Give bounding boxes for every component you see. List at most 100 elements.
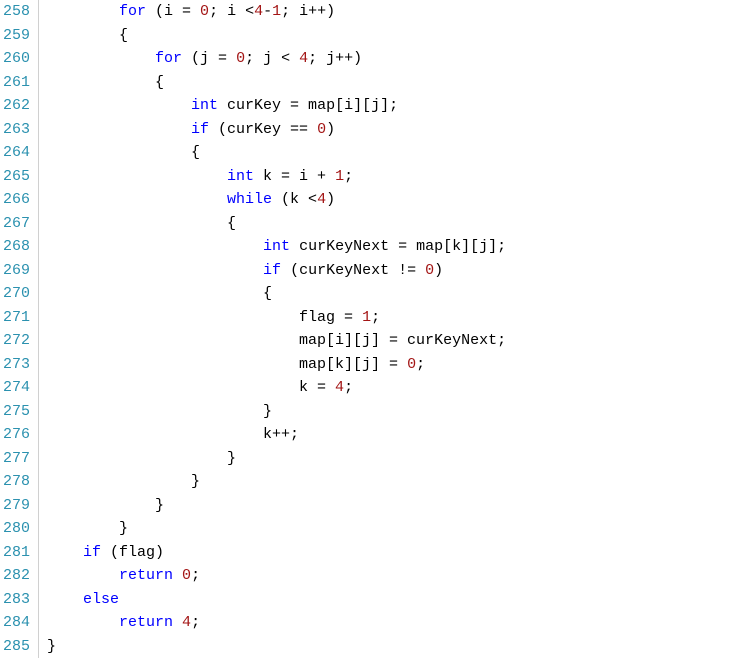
text-token: k = xyxy=(47,379,335,396)
line-number: 278 xyxy=(0,470,30,494)
line-number: 264 xyxy=(0,141,30,165)
code-line[interactable]: { xyxy=(47,141,750,165)
code-line[interactable]: { xyxy=(47,282,750,306)
text-token: ) xyxy=(326,121,335,138)
text-token xyxy=(47,614,119,631)
text-token: ; xyxy=(344,379,353,396)
text-token: ; j++) xyxy=(308,50,362,67)
text-token: } xyxy=(47,450,236,467)
line-number: 285 xyxy=(0,635,30,659)
code-line[interactable]: int curKey = map[i][j]; xyxy=(47,94,750,118)
code-line[interactable]: } xyxy=(47,494,750,518)
code-line[interactable]: return 4; xyxy=(47,611,750,635)
text-token: ; i++) xyxy=(281,3,335,20)
text-token: } xyxy=(47,520,128,537)
keyword-token: while xyxy=(227,191,272,208)
code-line[interactable]: else xyxy=(47,588,750,612)
text-token: flag = xyxy=(47,309,362,326)
text-token xyxy=(47,567,119,584)
line-number: 267 xyxy=(0,212,30,236)
code-line[interactable]: { xyxy=(47,212,750,236)
line-number: 281 xyxy=(0,541,30,565)
keyword-token: int xyxy=(227,168,254,185)
line-number: 271 xyxy=(0,306,30,330)
line-number: 270 xyxy=(0,282,30,306)
code-line[interactable]: if (flag) xyxy=(47,541,750,565)
number-token: 1 xyxy=(335,168,344,185)
text-token: { xyxy=(47,285,272,302)
code-line[interactable]: map[k][j] = 0; xyxy=(47,353,750,377)
text-token: ; i < xyxy=(209,3,254,20)
text-token: curKeyNext = map[k][j]; xyxy=(290,238,506,255)
text-token xyxy=(47,544,83,561)
text-token: } xyxy=(47,473,200,490)
code-line[interactable]: map[i][j] = curKeyNext; xyxy=(47,329,750,353)
line-number: 274 xyxy=(0,376,30,400)
text-token xyxy=(173,614,182,631)
code-line[interactable]: while (k <4) xyxy=(47,188,750,212)
number-token: 4 xyxy=(182,614,191,631)
number-token: 4 xyxy=(317,191,326,208)
code-line[interactable]: } xyxy=(47,517,750,541)
text-token: ; xyxy=(344,168,353,185)
text-token xyxy=(47,97,191,114)
keyword-token: int xyxy=(263,238,290,255)
number-token: 1 xyxy=(362,309,371,326)
keyword-token: for xyxy=(155,50,182,67)
line-number: 266 xyxy=(0,188,30,212)
text-token: { xyxy=(47,27,128,44)
line-number: 284 xyxy=(0,611,30,635)
keyword-token: if xyxy=(263,262,281,279)
code-line[interactable]: flag = 1; xyxy=(47,306,750,330)
text-token: map[i][j] = curKeyNext; xyxy=(47,332,506,349)
code-line[interactable]: int curKeyNext = map[k][j]; xyxy=(47,235,750,259)
text-token: } xyxy=(47,497,164,514)
code-line[interactable]: } xyxy=(47,400,750,424)
text-token xyxy=(47,168,227,185)
code-line[interactable]: if (curKey == 0) xyxy=(47,118,750,142)
keyword-token: if xyxy=(83,544,101,561)
line-number: 283 xyxy=(0,588,30,612)
text-token: (i = xyxy=(146,3,200,20)
text-token: { xyxy=(47,144,200,161)
text-token xyxy=(47,191,227,208)
line-number: 282 xyxy=(0,564,30,588)
line-number: 279 xyxy=(0,494,30,518)
line-number: 272 xyxy=(0,329,30,353)
text-token: - xyxy=(263,3,272,20)
code-line[interactable]: } xyxy=(47,635,750,659)
text-token: (curKeyNext != xyxy=(281,262,425,279)
code-line[interactable]: } xyxy=(47,470,750,494)
text-token: } xyxy=(47,403,272,420)
code-line[interactable]: for (i = 0; i <4-1; i++) xyxy=(47,0,750,24)
text-token: ) xyxy=(434,262,443,279)
keyword-token: int xyxy=(191,97,218,114)
text-token: ; xyxy=(371,309,380,326)
line-number: 268 xyxy=(0,235,30,259)
code-line[interactable]: k = 4; xyxy=(47,376,750,400)
code-line[interactable]: if (curKeyNext != 0) xyxy=(47,259,750,283)
line-number: 262 xyxy=(0,94,30,118)
keyword-token: return xyxy=(119,567,173,584)
number-token: 0 xyxy=(425,262,434,279)
line-number: 259 xyxy=(0,24,30,48)
text-token: ; xyxy=(191,567,200,584)
code-line[interactable]: for (j = 0; j < 4; j++) xyxy=(47,47,750,71)
code-line[interactable]: { xyxy=(47,71,750,95)
text-token: } xyxy=(47,638,56,655)
code-line[interactable]: } xyxy=(47,447,750,471)
code-line[interactable]: return 0; xyxy=(47,564,750,588)
line-number: 258 xyxy=(0,0,30,24)
number-token: 4 xyxy=(254,3,263,20)
code-line[interactable]: { xyxy=(47,24,750,48)
code-area[interactable]: for (i = 0; i <4-1; i++) { for (j = 0; j… xyxy=(38,0,750,658)
number-token: 0 xyxy=(407,356,416,373)
code-editor: 2582592602612622632642652662672682692702… xyxy=(0,0,750,658)
code-line[interactable]: k++; xyxy=(47,423,750,447)
code-line[interactable]: int k = i + 1; xyxy=(47,165,750,189)
text-token xyxy=(47,121,191,138)
text-token xyxy=(47,591,83,608)
text-token: (k < xyxy=(272,191,317,208)
line-number: 269 xyxy=(0,259,30,283)
text-token: (j = xyxy=(182,50,236,67)
